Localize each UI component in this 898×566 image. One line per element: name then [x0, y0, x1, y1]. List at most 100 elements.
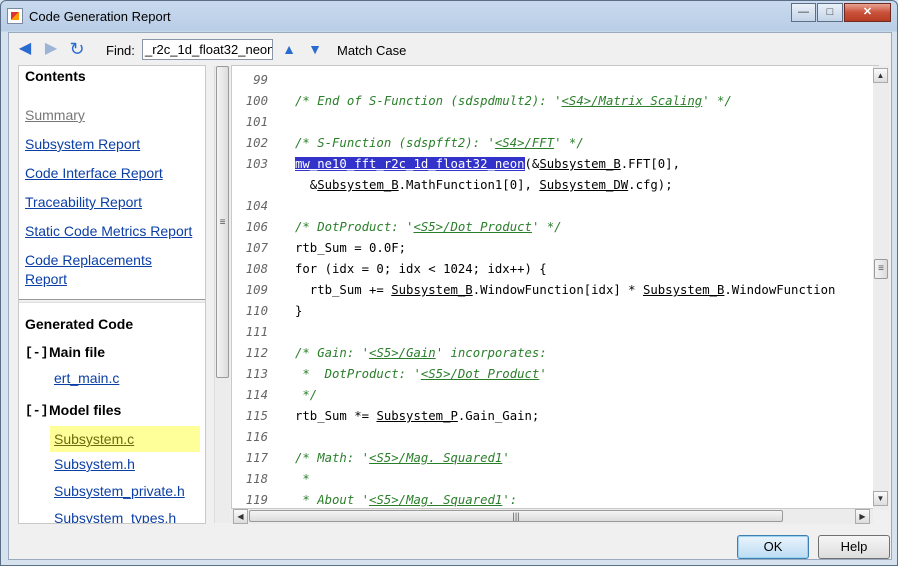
- find-previous-icon[interactable]: ▲: [279, 40, 299, 58]
- line-number: 118: [245, 472, 268, 486]
- code-token: (&: [524, 157, 540, 171]
- line-number: 103: [245, 157, 268, 171]
- code-token: }: [295, 304, 303, 318]
- code-hyperlink[interactable]: <S5>/Gain: [369, 346, 436, 360]
- file-link-subsystem-c[interactable]: Subsystem.c: [50, 426, 200, 452]
- code-token: ' */: [531, 220, 562, 234]
- scroll-down-arrow-icon[interactable]: ▼: [873, 491, 888, 506]
- back-arrow-icon[interactable]: ◀: [15, 40, 35, 58]
- code-hyperlink[interactable]: Subsystem_P: [376, 409, 457, 423]
- code-token: */: [295, 388, 318, 402]
- code-token: rtb_Sum = 0.0F;: [295, 241, 407, 255]
- code-hyperlink[interactable]: Subsystem_DW: [539, 178, 628, 192]
- ok-button[interactable]: OK: [737, 535, 809, 559]
- traceability-report-link[interactable]: Traceability Report: [25, 194, 142, 210]
- code-hyperlink[interactable]: Subsystem_B: [539, 157, 620, 171]
- contents-scroll-thumb[interactable]: ≡: [216, 66, 229, 378]
- code-vertical-scrollbar[interactable]: ▲ ≡ ▼: [873, 66, 889, 510]
- code-token: .WindowFunction[idx] *: [472, 283, 643, 297]
- close-button[interactable]: ✕: [844, 3, 891, 22]
- static-code-metrics-report-link[interactable]: Static Code Metrics Report: [25, 223, 192, 239]
- code-hyperlink[interactable]: <S4>/FFT: [495, 136, 554, 150]
- contents-pane: Contents Summary Subsystem Report Code I…: [18, 65, 206, 524]
- scroll-left-arrow-icon[interactable]: ◀: [233, 509, 248, 524]
- file-link-subsystem-private-h[interactable]: Subsystem_private.h: [54, 483, 185, 499]
- code-line: 104: [232, 196, 878, 217]
- code-line: 112 /* Gain: '<S5>/Gain' incorporates:: [232, 343, 878, 364]
- code-line: 119 * About '<S5>/Mag. Squared1':: [232, 490, 878, 508]
- code-token: for (idx = 0; idx < 1024; idx++) {: [295, 262, 547, 276]
- code-horizontal-scrollbar[interactable]: ◀ ||| ▶: [231, 509, 873, 524]
- help-button[interactable]: Help: [818, 535, 890, 559]
- scroll-right-arrow-icon[interactable]: ▶: [855, 509, 870, 524]
- app-icon: [7, 8, 23, 24]
- line-number: 113: [245, 367, 268, 381]
- code-text: * DotProduct: '<S5>/Dot Product': [295, 364, 547, 385]
- main-file-toggle[interactable]: [-]: [25, 345, 48, 360]
- code-token: *: [295, 472, 310, 486]
- code-hyperlink[interactable]: <S5>/Dot Product: [421, 367, 539, 381]
- file-link-subsystem-types-h[interactable]: Subsystem_types.h: [54, 510, 176, 523]
- code-line: 107 rtb_Sum = 0.0F;: [232, 238, 878, 259]
- subsystem-report-link[interactable]: Subsystem Report: [25, 136, 140, 152]
- refresh-icon[interactable]: ↻: [67, 40, 87, 58]
- file-link-ert-main[interactable]: ert_main.c: [54, 370, 119, 386]
- code-replacements-report-link-line2[interactable]: Report: [25, 271, 67, 287]
- code-replacements-report-link[interactable]: Code Replacements: [25, 252, 152, 268]
- code-line: 99: [232, 70, 878, 91]
- code-token: ' incorporates:: [435, 346, 547, 360]
- code-hyperlink[interactable]: Subsystem_B: [391, 283, 472, 297]
- code-line: 111: [232, 322, 878, 343]
- code-hyperlink[interactable]: Subsystem_B: [643, 283, 724, 297]
- code-line: 117 /* Math: '<S5>/Mag. Squared1': [232, 448, 878, 469]
- code-token: .WindowFunction: [724, 283, 836, 297]
- code-line: 106 /* DotProduct: '<S5>/Dot Product' */: [232, 217, 878, 238]
- code-token: /* Gain: ': [295, 346, 370, 360]
- code-hyperlink[interactable]: <S5>/Mag. Squared1: [369, 493, 502, 507]
- code-hyperlink[interactable]: <S5>/Dot Product: [413, 220, 531, 234]
- code-view: 99 100 /* End of S-Function (sdspdmult2): …: [231, 65, 879, 509]
- code-hyperlink[interactable]: <S4>/Matrix Scaling: [562, 94, 703, 108]
- code-text: rtb_Sum += Subsystem_B.WindowFunction[id…: [295, 280, 836, 301]
- code-hyperlink[interactable]: Subsystem_B: [317, 178, 398, 192]
- report-window: Code Generation Report — □ ✕ ◀ ▶ ↻ Find:…: [0, 0, 898, 566]
- code-interface-report-link[interactable]: Code Interface Report: [25, 165, 163, 181]
- code-text: }: [295, 301, 302, 322]
- find-next-icon[interactable]: ▼: [305, 40, 325, 58]
- code-text: /* End of S-Function (sdspdmult2): '<S4>…: [295, 91, 732, 112]
- code-scroll-thumb[interactable]: ≡: [874, 259, 888, 279]
- maximize-button[interactable]: □: [817, 3, 843, 22]
- find-input[interactable]: _r2c_1d_float32_neon: [142, 39, 273, 60]
- summary-link[interactable]: Summary: [25, 107, 85, 123]
- code-text: rtb_Sum = 0.0F;: [295, 238, 406, 259]
- code-hscroll-thumb[interactable]: |||: [249, 510, 783, 522]
- client-area: ◀ ▶ ↻ Find: _r2c_1d_float32_neon ▲ ▼ Mat…: [8, 32, 892, 560]
- code-token: ': [539, 367, 547, 381]
- generated-code-title: Generated Code: [25, 316, 134, 332]
- line-number: 101: [245, 115, 268, 129]
- code-token: ':: [502, 493, 518, 507]
- code-line: 114 */: [232, 385, 878, 406]
- code-hyperlink[interactable]: <S5>/Mag. Squared1: [369, 451, 502, 465]
- forward-arrow-icon[interactable]: ▶: [41, 40, 61, 58]
- scroll-up-arrow-icon[interactable]: ▲: [873, 68, 888, 83]
- code-text: /* S-Function (sdspfft2): '<S4>/FFT' */: [295, 133, 584, 154]
- code-text: mw_ne10_fft_r2c_1d_float32_neon(&Subsyst…: [295, 154, 680, 175]
- contents-scrollbar[interactable]: ≡: [214, 66, 230, 523]
- contents-title: Contents: [25, 68, 86, 84]
- match-case-button[interactable]: Match Case: [337, 43, 406, 58]
- code-line: 101: [232, 112, 878, 133]
- code-token: /* S-Function (sdspfft2): ': [295, 136, 495, 150]
- minimize-button[interactable]: —: [791, 3, 816, 22]
- file-link-subsystem-h[interactable]: Subsystem.h: [54, 456, 135, 472]
- line-number: 102: [245, 136, 268, 150]
- line-number: 107: [245, 241, 268, 255]
- line-number: 111: [245, 325, 268, 339]
- code-token: .Gain_Gain;: [457, 409, 540, 423]
- line-number: 115: [245, 409, 268, 423]
- line-number: 116: [245, 430, 268, 444]
- model-files-toggle[interactable]: [-]: [25, 403, 48, 418]
- code-token: .FFT[0],: [620, 157, 680, 171]
- code-token: /* DotProduct: ': [295, 220, 414, 234]
- code-token: &: [295, 178, 318, 192]
